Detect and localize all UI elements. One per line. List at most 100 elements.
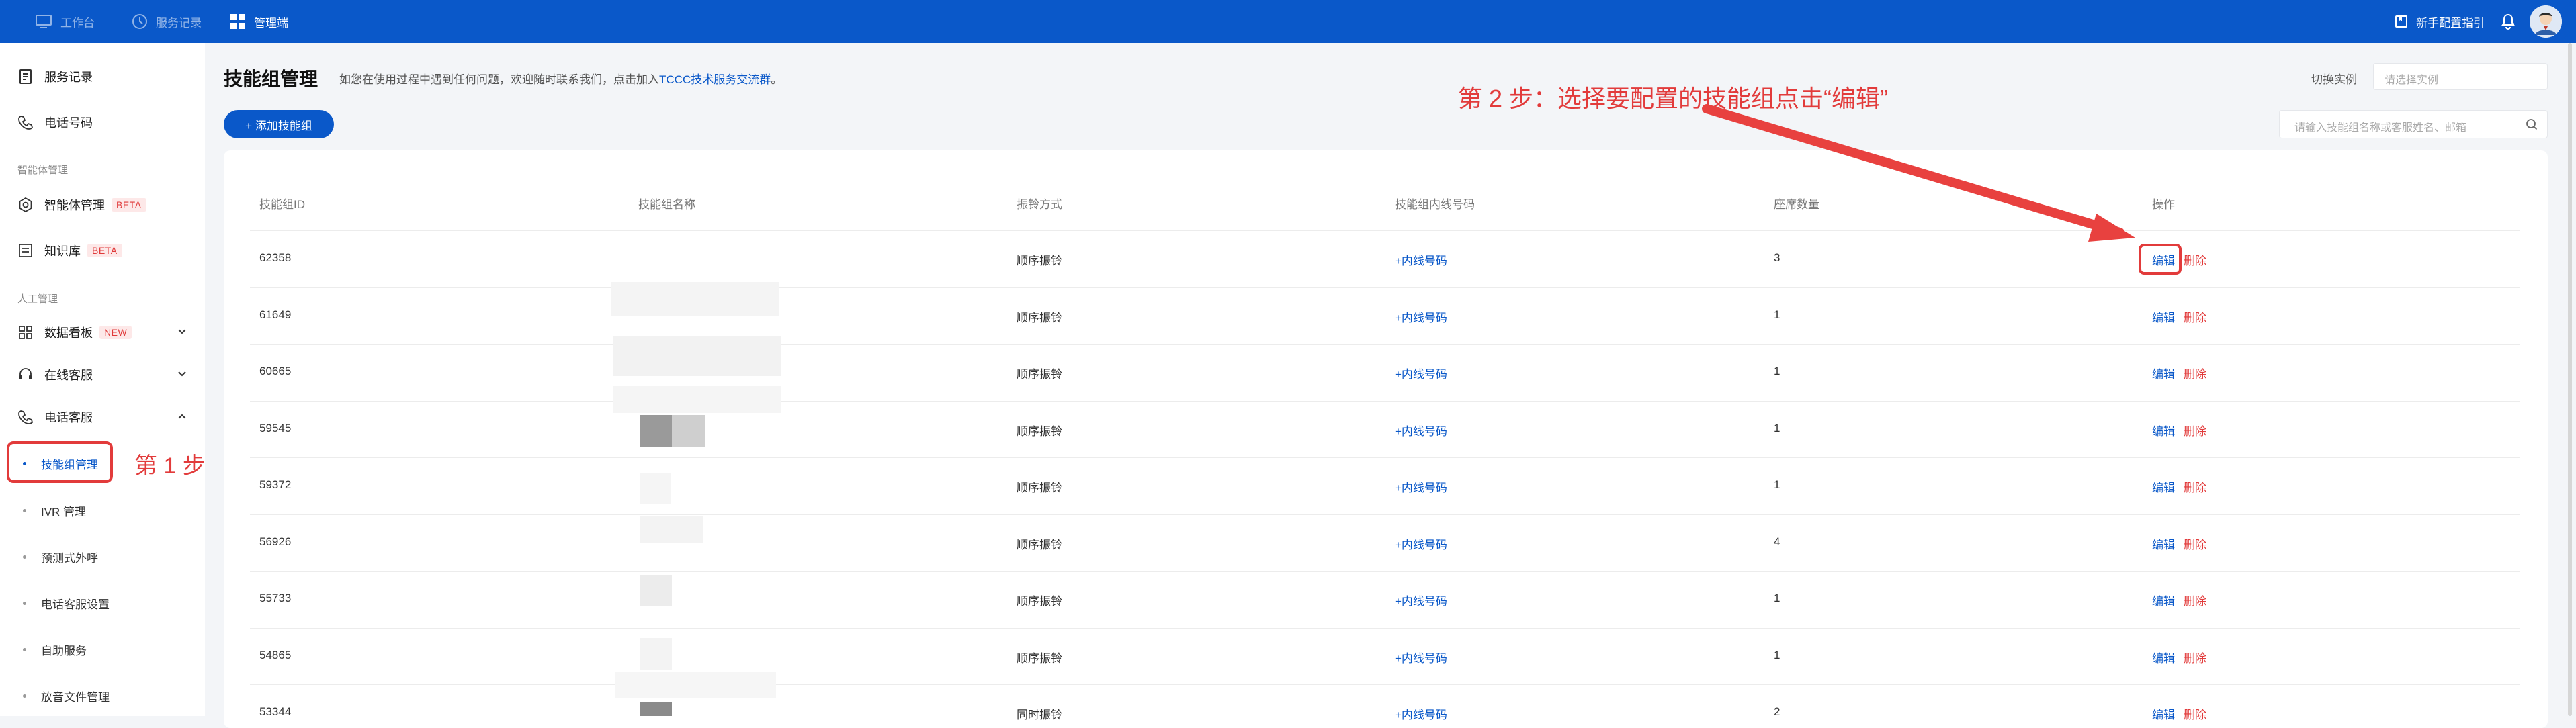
sidebar-item-phone-service[interactable]: 电话客服	[17, 404, 93, 430]
add-extension-link[interactable]: +内线号码	[1395, 422, 1447, 439]
table-row-divider	[250, 684, 2520, 685]
edit-button[interactable]: 编辑	[2152, 308, 2175, 325]
add-skill-group-button[interactable]: + 添加技能组	[224, 110, 334, 138]
desc-prefix: 如您在使用过程中遇到任何问题，欢迎随时联系我们，点击加入	[339, 73, 659, 86]
table-row-divider	[250, 287, 2520, 288]
chevron-down-icon[interactable]	[177, 328, 187, 335]
delete-button[interactable]: 删除	[2184, 649, 2206, 666]
chevron-up-icon[interactable]	[177, 413, 187, 420]
setup-guide-link[interactable]: 新手配置指引	[2395, 0, 2485, 43]
book-icon	[2395, 15, 2407, 28]
cell-ring-mode: 顺序振铃	[1017, 652, 1062, 665]
sidebar-item-agent-management[interactable]: 智能体管理 BETA	[17, 191, 146, 218]
cell-ring-mode: 顺序振铃	[1017, 595, 1062, 608]
cell-skill-group-id: 60665	[259, 365, 292, 377]
search-icon[interactable]	[2526, 118, 2538, 130]
edit-button[interactable]: 编辑	[2152, 592, 2175, 608]
edit-button[interactable]: 编辑	[2152, 478, 2175, 495]
search-input[interactable]: 请输入技能组名称或客服姓名、邮箱	[2279, 110, 2548, 138]
add-extension-link[interactable]: +内线号码	[1395, 365, 1447, 381]
nav-service-records-label: 服务记录	[156, 16, 202, 30]
step2-annotation: 第 2 步：选择要配置的技能组点击“编辑”	[1458, 85, 1889, 112]
page-title: 技能组管理	[224, 69, 318, 89]
sidebar-sub-phone-settings[interactable]: 电话客服设置	[23, 590, 110, 617]
edit-button[interactable]: 编辑	[2152, 535, 2175, 552]
sidebar-sub-ivr[interactable]: IVR 管理	[23, 497, 86, 524]
edit-button[interactable]: 编辑	[2152, 649, 2175, 666]
add-extension-link[interactable]: +内线号码	[1395, 478, 1447, 495]
bullet-icon	[23, 694, 26, 698]
cell-ring-mode: 顺序振铃	[1017, 539, 1062, 551]
step1-annotation: 第 1 步	[134, 453, 206, 479]
sidebar-item-phone-numbers[interactable]: 电话号码	[17, 109, 93, 136]
bullet-icon	[23, 508, 26, 512]
sidebar-sub-audio-files[interactable]: 放音文件管理	[23, 682, 110, 709]
cell-skill-group-id: 56926	[259, 535, 292, 548]
cell-skill-group-id: 55733	[259, 592, 292, 604]
sidebar-sub-predictive-dialer[interactable]: 预测式外呼	[23, 543, 98, 570]
sidebar-item-online-service[interactable]: 在线客服	[17, 361, 93, 388]
beta-badge: BETA	[112, 198, 146, 212]
desc-suffix: 。	[771, 73, 783, 86]
chevron-down-icon[interactable]	[177, 371, 187, 377]
avatar-icon	[2530, 5, 2562, 38]
add-extension-link[interactable]: +内线号码	[1395, 251, 1447, 268]
table-row-divider	[250, 457, 2520, 458]
sidebar-item-service-records[interactable]: 服务记录	[17, 63, 93, 90]
cell-skill-group-id: 62358	[259, 251, 292, 264]
phone-settings-icon	[17, 409, 34, 425]
edit-button[interactable]: 编辑	[2152, 365, 2175, 381]
step1-highlight	[7, 441, 113, 483]
column-header-name: 技能组名称	[638, 198, 695, 211]
blurred-name	[640, 575, 672, 606]
nav-admin[interactable]: 管理端	[230, 0, 288, 43]
sidebar-item-label: 知识库	[44, 244, 81, 258]
sidebar-item-label: 电话客服	[44, 411, 93, 424]
delete-button[interactable]: 删除	[2184, 592, 2206, 608]
column-header-seats: 座席数量	[1774, 198, 1819, 211]
sidebar-sub-label: 电话客服设置	[41, 598, 110, 611]
add-extension-link[interactable]: +内线号码	[1395, 592, 1447, 608]
support-group-link[interactable]: TCCC技术服务交流群	[659, 73, 771, 86]
sidebar-sub-self-service[interactable]: 自助服务	[23, 636, 87, 663]
beta-badge: BETA	[87, 244, 122, 257]
cell-seat-count: 1	[1774, 478, 1780, 491]
table-row-divider	[250, 628, 2520, 629]
user-avatar[interactable]	[2530, 5, 2562, 38]
delete-button[interactable]: 删除	[2184, 478, 2206, 495]
sidebar-item-knowledge-base[interactable]: 知识库 BETA	[17, 237, 122, 264]
nav-workbench-label: 工作台	[60, 16, 95, 30]
delete-button[interactable]: 删除	[2184, 535, 2206, 552]
sidebar-item-label: 智能体管理	[44, 199, 105, 212]
column-header-extension: 技能组内线号码	[1395, 198, 1475, 211]
blurred-name	[640, 516, 703, 543]
delete-button[interactable]: 删除	[2184, 251, 2206, 268]
cell-skill-group-id: 59545	[259, 422, 292, 435]
add-extension-link[interactable]: +内线号码	[1395, 705, 1447, 722]
table-card	[224, 150, 2548, 728]
cell-seat-count: 4	[1774, 535, 1780, 548]
cell-skill-group-id: 61649	[259, 308, 292, 321]
add-extension-link[interactable]: +内线号码	[1395, 649, 1447, 666]
delete-button[interactable]: 删除	[2184, 365, 2206, 381]
setup-guide-label: 新手配置指引	[2416, 16, 2485, 30]
delete-button[interactable]: 删除	[2184, 422, 2206, 439]
nav-workbench[interactable]: 工作台	[35, 0, 95, 43]
cell-skill-group-id: 53344	[259, 705, 292, 718]
clock-icon	[132, 14, 147, 29]
add-extension-link[interactable]: +内线号码	[1395, 535, 1447, 552]
column-header-ring-mode: 振铃方式	[1017, 198, 1062, 211]
page-scrollbar[interactable]	[2568, 43, 2572, 716]
bell-icon[interactable]	[2501, 13, 2516, 30]
delete-button[interactable]: 删除	[2184, 308, 2206, 325]
table-row-divider	[250, 344, 2520, 345]
nav-service-records[interactable]: 服务记录	[132, 0, 202, 43]
edit-button[interactable]: 编辑	[2152, 422, 2175, 439]
cell-ring-mode: 顺序振铃	[1017, 312, 1062, 324]
instance-select[interactable]: 请选择实例	[2373, 63, 2548, 90]
add-extension-link[interactable]: +内线号码	[1395, 308, 1447, 325]
sidebar-item-dashboard[interactable]: 数据看板 NEW	[17, 319, 132, 346]
section-manual-management: 人工管理	[17, 293, 58, 305]
edit-button[interactable]: 编辑	[2152, 705, 2175, 722]
delete-button[interactable]: 删除	[2184, 705, 2206, 722]
